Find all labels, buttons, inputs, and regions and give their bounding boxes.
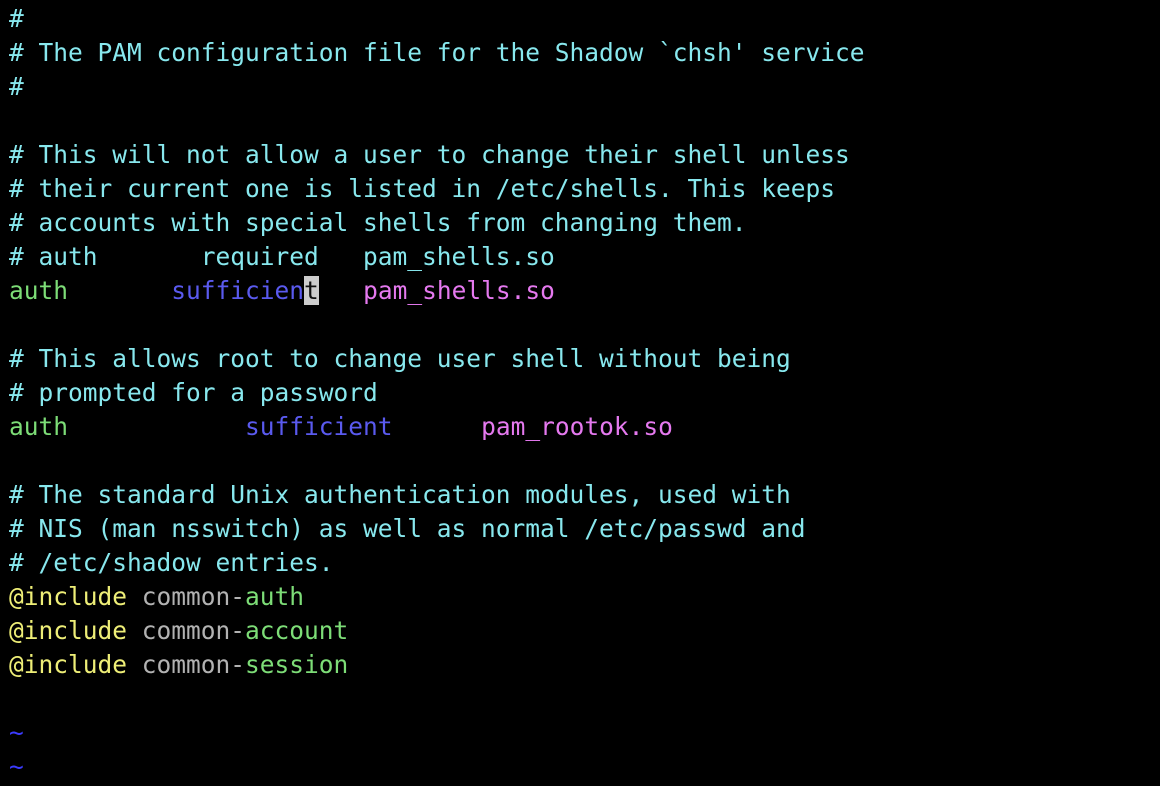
buffer-line-blank	[9, 104, 1154, 138]
buffer-line: # This will not allow a user to change t…	[9, 138, 1154, 172]
include-path-prefix: common-	[141, 616, 246, 645]
buffer-line-blank	[9, 308, 1154, 342]
buffer-line-include: @include common-auth	[9, 580, 1154, 614]
comment-text: # their current one is listed in /etc/sh…	[9, 174, 836, 203]
buffer-line: # accounts with special shells from chan…	[9, 206, 1154, 240]
buffer-line: #	[9, 2, 1154, 36]
comment-text: # The PAM configuration file for the Sha…	[9, 38, 865, 67]
buffer-line: # The standard Unix authentication modul…	[9, 478, 1154, 512]
terminal-window[interactable]: # # The PAM configuration file for the S…	[0, 0, 1160, 786]
pam-control-flag: sufficien	[171, 276, 305, 305]
comment-text: # The standard Unix authentication modul…	[9, 480, 791, 509]
buffer-line: # auth required pam_shells.so	[9, 240, 1154, 274]
comment-text: # NIS (man nsswitch) as well as normal /…	[9, 514, 806, 543]
buffer-line: #	[9, 70, 1154, 104]
comment-text: # auth required pam_shells.so	[9, 242, 555, 271]
include-directive: @include	[9, 582, 128, 611]
pam-type-keyword: auth	[9, 412, 69, 441]
buffer-line: # The PAM configuration file for the Sha…	[9, 36, 1154, 70]
comment-text: # This will not allow a user to change t…	[9, 140, 850, 169]
include-path-suffix: auth	[245, 582, 305, 611]
pam-module-name: pam_rootok.so	[481, 412, 673, 441]
buffer-line: # prompted for a password	[9, 376, 1154, 410]
buffer-line-include: @include common-session	[9, 648, 1154, 682]
pam-control-flag: sufficient	[245, 412, 393, 441]
buffer-line: # their current one is listed in /etc/sh…	[9, 172, 1154, 206]
buffer-line-include: @include common-account	[9, 614, 1154, 648]
buffer-line: # /etc/shadow entries.	[9, 546, 1154, 580]
buffer-line-pam-rule: auth sufficient pam_shells.so	[9, 274, 1154, 308]
include-path-prefix: common-	[141, 650, 246, 679]
tilde-marker: ~	[9, 752, 24, 781]
tilde-marker: ~	[9, 718, 24, 747]
text-cursor[interactable]: t	[304, 276, 319, 305]
buffer-line-empty-marker: ~	[9, 750, 1154, 784]
include-path-prefix: common-	[141, 582, 246, 611]
comment-text: # accounts with special shells from chan…	[9, 208, 747, 237]
buffer-line-pam-rule: auth sufficient pam_rootok.so	[9, 410, 1154, 444]
include-path-suffix: account	[245, 616, 349, 645]
buffer-line-blank	[9, 682, 1154, 716]
include-path-suffix: session	[245, 650, 349, 679]
comment-text: # This allows root to change user shell …	[9, 344, 791, 373]
buffer-line-empty-marker: ~	[9, 716, 1154, 750]
comment-text: #	[9, 4, 24, 33]
comment-text: #	[9, 72, 24, 101]
comment-text: # prompted for a password	[9, 378, 378, 407]
buffer-line: # NIS (man nsswitch) as well as normal /…	[9, 512, 1154, 546]
vim-text-buffer[interactable]: # # The PAM configuration file for the S…	[9, 2, 1154, 784]
comment-text: # /etc/shadow entries.	[9, 548, 334, 577]
pam-type-keyword: auth	[9, 276, 69, 305]
include-directive: @include	[9, 616, 128, 645]
buffer-line-blank	[9, 444, 1154, 478]
include-directive: @include	[9, 650, 128, 679]
pam-module-name: pam_shells.so	[363, 276, 555, 305]
buffer-line: # This allows root to change user shell …	[9, 342, 1154, 376]
